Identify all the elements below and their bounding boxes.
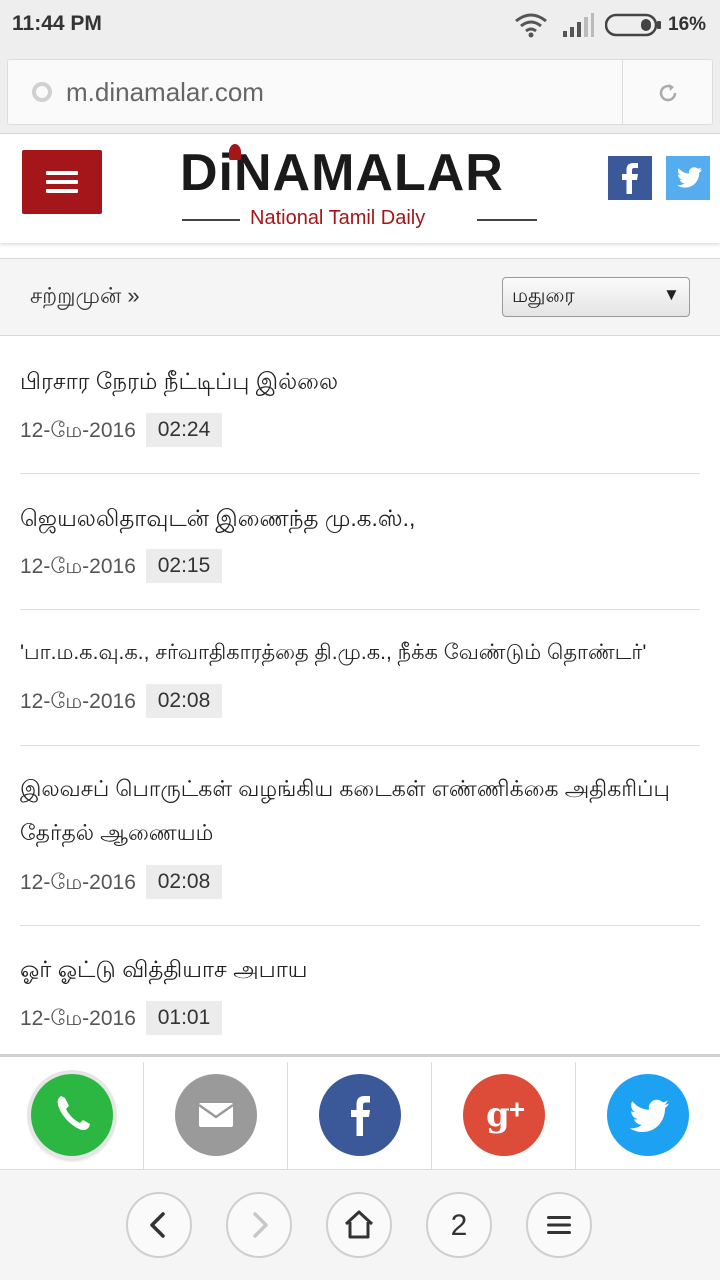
hamburger-line <box>46 180 78 184</box>
news-time: 02:08 <box>146 865 222 899</box>
back-button[interactable] <box>126 1192 192 1258</box>
wifi-icon <box>515 13 547 38</box>
site-logo[interactable]: DiNAMALAR National Tamil Daily <box>180 143 540 235</box>
tab-count: 2 <box>450 1209 468 1242</box>
news-item[interactable]: பிரசார நேரம் நீட்டிப்பு இல்லை 12-மே-2016… <box>20 337 700 474</box>
share-bar: g <box>0 1054 720 1170</box>
news-item[interactable]: ஜெயலலிதாவுடன் இணைந்த மு.க.ஸ்., 12-மே-201… <box>20 474 700 610</box>
url-text[interactable]: m.dinamalar.com <box>66 77 264 108</box>
twitter-icon <box>676 167 702 188</box>
share-twitter-button[interactable] <box>576 1062 720 1170</box>
share-google-plus-button[interactable]: g <box>432 1062 576 1170</box>
forward-button[interactable] <box>226 1192 292 1258</box>
address-bar[interactable]: m.dinamalar.com <box>7 59 713 125</box>
google-plus-icon: g <box>463 1074 545 1156</box>
menu-button[interactable] <box>22 150 102 214</box>
home-button[interactable] <box>326 1192 392 1258</box>
news-date: 12-மே-2016 <box>20 419 136 442</box>
news-item[interactable]: இலவசப் பொருட்கள் வழங்கிய கடைகள் எண்ணிக்க… <box>20 746 700 926</box>
news-title[interactable]: ஓர் ஓட்டு வித்தியாச அபாய <box>20 947 700 991</box>
forward-icon <box>253 1212 268 1238</box>
news-date: 12-மே-2016 <box>20 555 136 578</box>
category-bar: சற்றுமுன் » மதுரை ▼ <box>0 258 720 336</box>
browser-toolbar: m.dinamalar.com <box>0 50 720 134</box>
hamburger-line <box>46 189 78 193</box>
menu-icon <box>547 1216 571 1234</box>
share-facebook-button[interactable] <box>288 1062 432 1170</box>
breadcrumb[interactable]: சற்றுமுன் » <box>30 283 140 312</box>
site-header: DiNAMALAR National Tamil Daily <box>0 135 720 243</box>
whatsapp-icon <box>31 1074 113 1156</box>
facebook-link-button[interactable] <box>608 156 652 200</box>
news-title[interactable]: பிரசார நேரம் நீட்டிப்பு இல்லை <box>20 359 700 403</box>
facebook-icon <box>622 163 638 194</box>
battery-icon <box>605 13 661 37</box>
battery-percent: 16% <box>668 14 707 35</box>
news-item[interactable]: ஓர் ஓட்டு வித்தியாச அபாய 12-மே-2016 01:0… <box>20 926 700 1054</box>
tabs-button[interactable]: 2 <box>426 1192 492 1258</box>
home-icon <box>344 1210 374 1239</box>
browser-nav-bar: 2 <box>0 1169 720 1280</box>
news-title[interactable]: இலவசப் பொருட்கள் வழங்கிய கடைகள் எண்ணிக்க… <box>20 767 700 855</box>
browser-menu-button[interactable] <box>526 1192 592 1258</box>
address-divider <box>622 60 623 124</box>
news-item[interactable]: 'பா.ம.க.வு.க., சர்வாதிகாரத்தை தி.மு.க., … <box>20 610 700 746</box>
logo-tagline: National Tamil Daily <box>250 207 426 229</box>
hamburger-icon <box>46 171 78 175</box>
site-info-icon[interactable] <box>32 82 52 102</box>
signal-icon <box>563 13 594 37</box>
twitter-icon <box>607 1074 689 1156</box>
facebook-icon <box>319 1074 401 1156</box>
dropdown-arrow-icon: ▼ <box>663 285 680 304</box>
logo-rule-right <box>477 219 537 221</box>
email-icon <box>175 1074 257 1156</box>
news-time: 02:15 <box>146 549 222 583</box>
news-time: 02:24 <box>146 413 222 447</box>
twitter-link-button[interactable] <box>666 156 710 200</box>
status-time: 11:44 PM <box>12 12 102 35</box>
news-date: 12-மே-2016 <box>20 1007 136 1030</box>
back-icon <box>150 1212 165 1238</box>
news-title[interactable]: 'பா.ம.க.வு.க., சர்வாதிகாரத்தை தி.மு.க., … <box>20 631 700 675</box>
district-select[interactable]: மதுரை ▼ <box>502 277 690 317</box>
select-value: மதுரை <box>512 285 575 307</box>
status-bar: 11:44 PM 16% <box>0 0 720 50</box>
share-whatsapp-button[interactable] <box>0 1062 144 1170</box>
news-time: 02:08 <box>146 684 222 718</box>
share-email-button[interactable] <box>144 1062 288 1170</box>
svg-text:g: g <box>486 1095 510 1135</box>
news-time: 01:01 <box>146 1001 222 1035</box>
news-date: 12-மே-2016 <box>20 690 136 713</box>
news-title[interactable]: ஜெயலலிதாவுடன் இணைந்த மு.க.ஸ்., <box>20 496 700 540</box>
reload-icon[interactable] <box>656 81 680 105</box>
news-date: 12-மே-2016 <box>20 871 136 894</box>
logo-accent <box>229 144 241 160</box>
logo-rule-left <box>182 219 240 221</box>
